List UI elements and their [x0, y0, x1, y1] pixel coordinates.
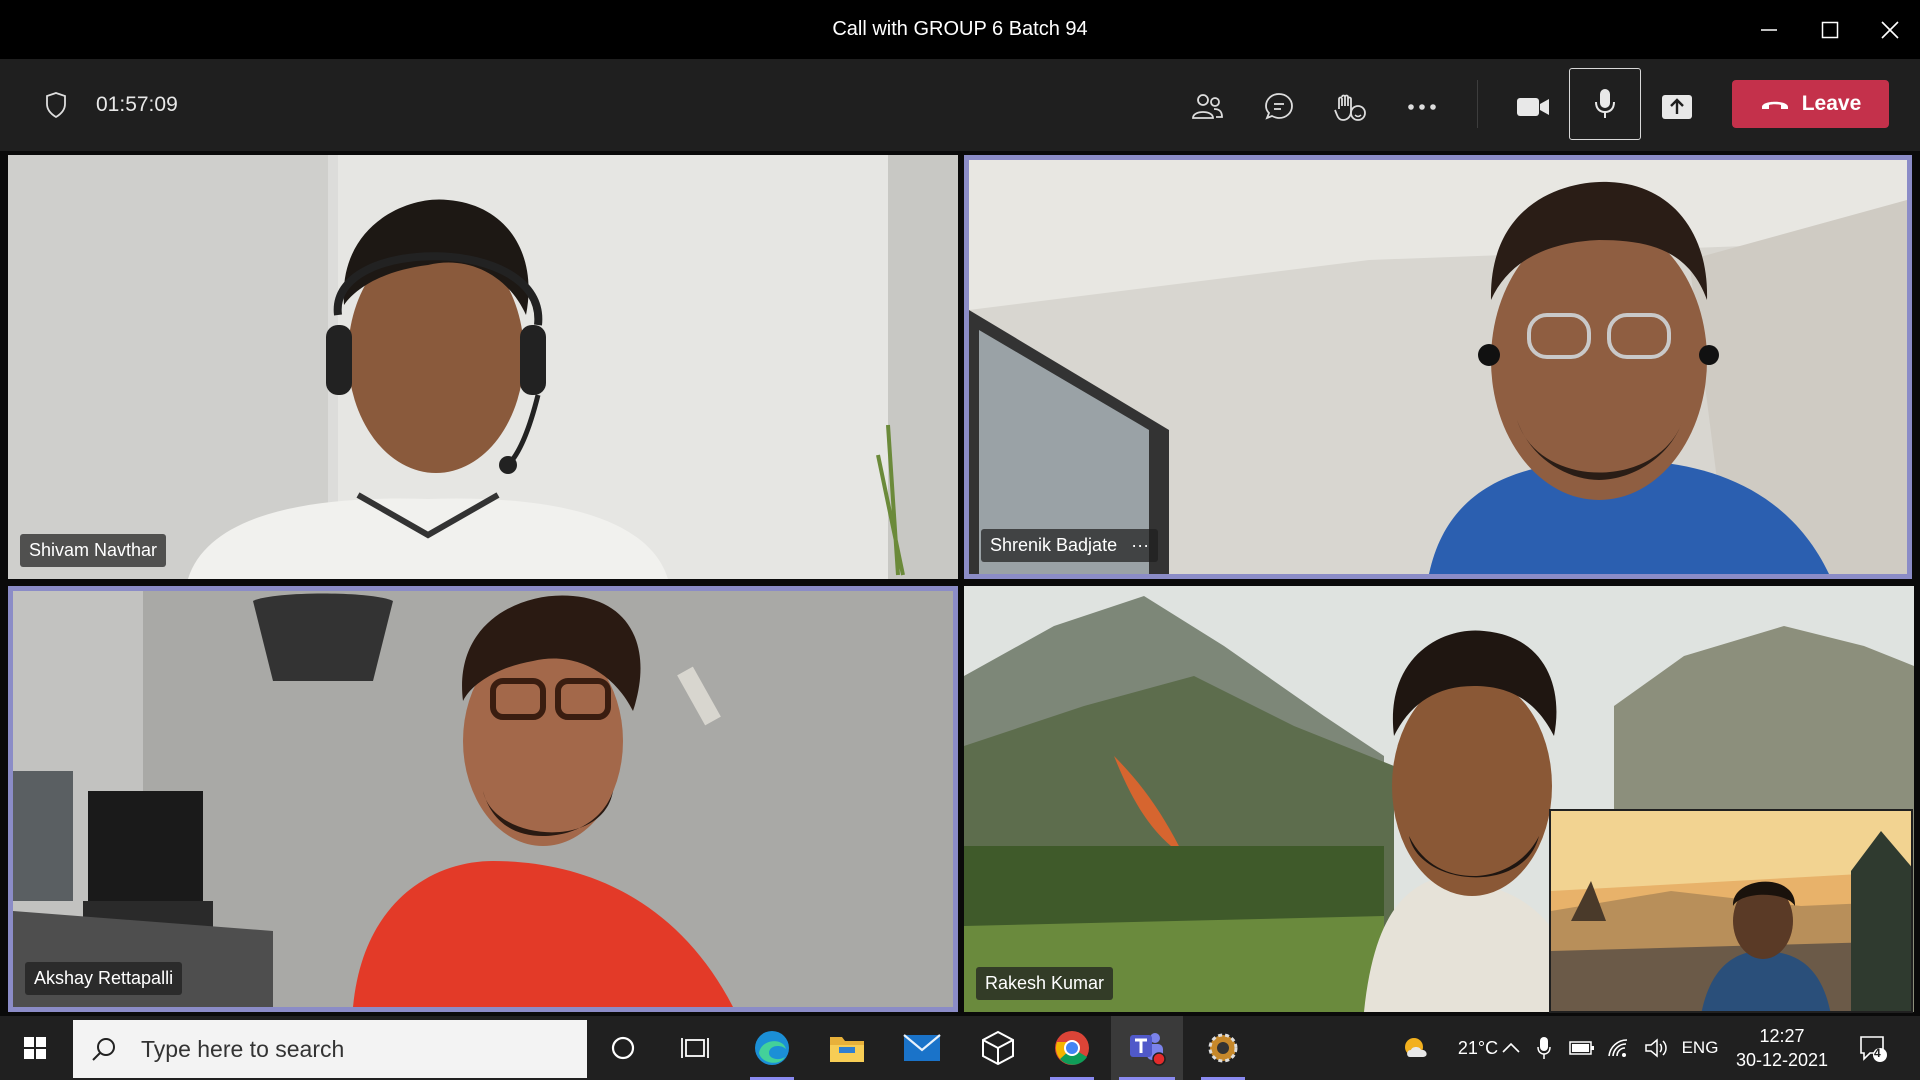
reactions-button[interactable]	[1322, 79, 1378, 135]
participant-name: Shrenik Badjate	[990, 535, 1118, 555]
mic-tray-button[interactable]	[1530, 1016, 1558, 1080]
leave-button[interactable]: Leave	[1732, 80, 1889, 128]
chrome-icon	[1055, 1031, 1089, 1065]
window-title: Call with GROUP 6 Batch 94	[832, 18, 1088, 40]
self-view-video[interactable]	[1549, 809, 1913, 1013]
call-toolbar: 01:57:09 Leave	[0, 59, 1920, 151]
file-explorer-button[interactable]	[817, 1016, 877, 1080]
3d-app-button[interactable]	[968, 1016, 1028, 1080]
windows-start-icon	[24, 1037, 46, 1059]
wifi-icon	[1608, 1039, 1628, 1057]
participant-name: Akshay Rettapalli	[34, 968, 174, 988]
share-screen-button[interactable]	[1649, 79, 1705, 135]
start-button[interactable]	[0, 1016, 70, 1080]
minimize-icon	[1761, 29, 1777, 31]
video-feed	[969, 160, 1907, 574]
participant-more-icon[interactable]: ···	[1131, 535, 1149, 556]
wifi-tray-button[interactable]	[1604, 1016, 1634, 1080]
file-explorer-icon	[830, 1037, 864, 1062]
mic-button[interactable]	[1569, 68, 1641, 140]
hang-up-icon	[1761, 101, 1788, 109]
notification-icon	[1860, 1036, 1887, 1062]
clock-date: 30-12-2021	[1735, 1050, 1829, 1070]
more-options-button[interactable]	[1394, 79, 1450, 135]
toolbar-divider	[1477, 80, 1478, 128]
more-icon	[1408, 104, 1436, 110]
edge-icon	[755, 1031, 789, 1065]
video-tile-2[interactable]: Shrenik Badjate ···	[964, 155, 1912, 579]
leave-label: Leave	[1801, 92, 1862, 115]
cortana-button[interactable]	[593, 1016, 653, 1080]
3d-app-icon	[982, 1030, 1014, 1066]
chrome-taskbar-button[interactable]	[1042, 1016, 1102, 1080]
reactions-icon	[1334, 94, 1366, 121]
clock-time: 12:27	[1759, 1026, 1805, 1046]
participant-name-tag: Rakesh Kumar	[976, 967, 1114, 1000]
video-tile-3[interactable]: Akshay Rettapalli	[8, 586, 958, 1012]
weather-widget[interactable]	[1382, 1016, 1452, 1080]
participant-name-tag: Shrenik Badjate ···	[981, 529, 1159, 562]
cortana-icon	[611, 1036, 635, 1060]
maximize-button[interactable]	[1810, 10, 1850, 50]
chat-icon	[1265, 93, 1293, 120]
video-feed	[13, 591, 953, 1007]
participant-name-tag: Shivam Navthar	[20, 534, 167, 567]
task-view-icon	[681, 1038, 709, 1058]
notification-center-button[interactable]: 4	[1850, 1016, 1896, 1080]
settings-app-button[interactable]	[1193, 1016, 1253, 1080]
mail-button[interactable]	[892, 1016, 952, 1080]
edge-taskbar-button[interactable]	[742, 1016, 802, 1080]
mail-icon	[903, 1034, 941, 1061]
chevron-up-icon	[1502, 1042, 1520, 1053]
minimize-button[interactable]	[1749, 10, 1789, 50]
video-feed	[8, 155, 958, 579]
search-icon	[92, 1038, 115, 1061]
share-icon	[1662, 95, 1692, 119]
title-bar: Call with GROUP 6 Batch 94	[0, 0, 1920, 59]
battery-tray-button[interactable]	[1566, 1016, 1598, 1080]
self-view-feed	[1551, 811, 1911, 1011]
participants-button[interactable]	[1179, 79, 1235, 135]
video-tile-1[interactable]: Shivam Navthar	[8, 155, 958, 579]
participant-name-tag: Akshay Rettapalli	[25, 962, 183, 995]
teams-taskbar-button[interactable]	[1111, 1016, 1183, 1080]
mic-icon	[1595, 89, 1615, 118]
volume-tray-button[interactable]	[1640, 1016, 1672, 1080]
search-placeholder: Type here to search	[141, 1035, 345, 1062]
teams-icon	[1130, 1033, 1166, 1066]
task-view-button[interactable]	[665, 1016, 725, 1080]
windows-taskbar: Type here to search 21°C ENG 12:27 30-12…	[0, 1016, 1920, 1080]
participants-icon	[1192, 94, 1223, 119]
close-icon	[1881, 21, 1899, 39]
shield-icon[interactable]	[44, 91, 68, 119]
maximize-icon	[1821, 21, 1839, 39]
input-language[interactable]: ENG	[1678, 1016, 1722, 1080]
camera-button[interactable]	[1505, 79, 1561, 135]
system-clock[interactable]: 12:27 30-12-2021	[1722, 1024, 1842, 1072]
participant-name: Rakesh Kumar	[985, 973, 1105, 993]
close-button[interactable]	[1870, 10, 1910, 50]
participant-name: Shivam Navthar	[29, 540, 158, 560]
taskbar-search-box[interactable]: Type here to search	[73, 1020, 587, 1078]
weather-partly-sunny-icon	[1405, 1038, 1427, 1057]
camera-icon	[1517, 98, 1549, 116]
chat-button[interactable]	[1251, 79, 1307, 135]
notification-count-badge: 4	[1874, 1046, 1881, 1060]
show-hidden-icons-button[interactable]	[1496, 1016, 1526, 1080]
microphone-tray-icon	[1537, 1037, 1551, 1059]
settings-app-icon	[1208, 1033, 1238, 1063]
speaker-icon	[1645, 1038, 1667, 1058]
battery-icon	[1569, 1041, 1594, 1055]
call-timer: 01:57:09	[96, 93, 178, 116]
